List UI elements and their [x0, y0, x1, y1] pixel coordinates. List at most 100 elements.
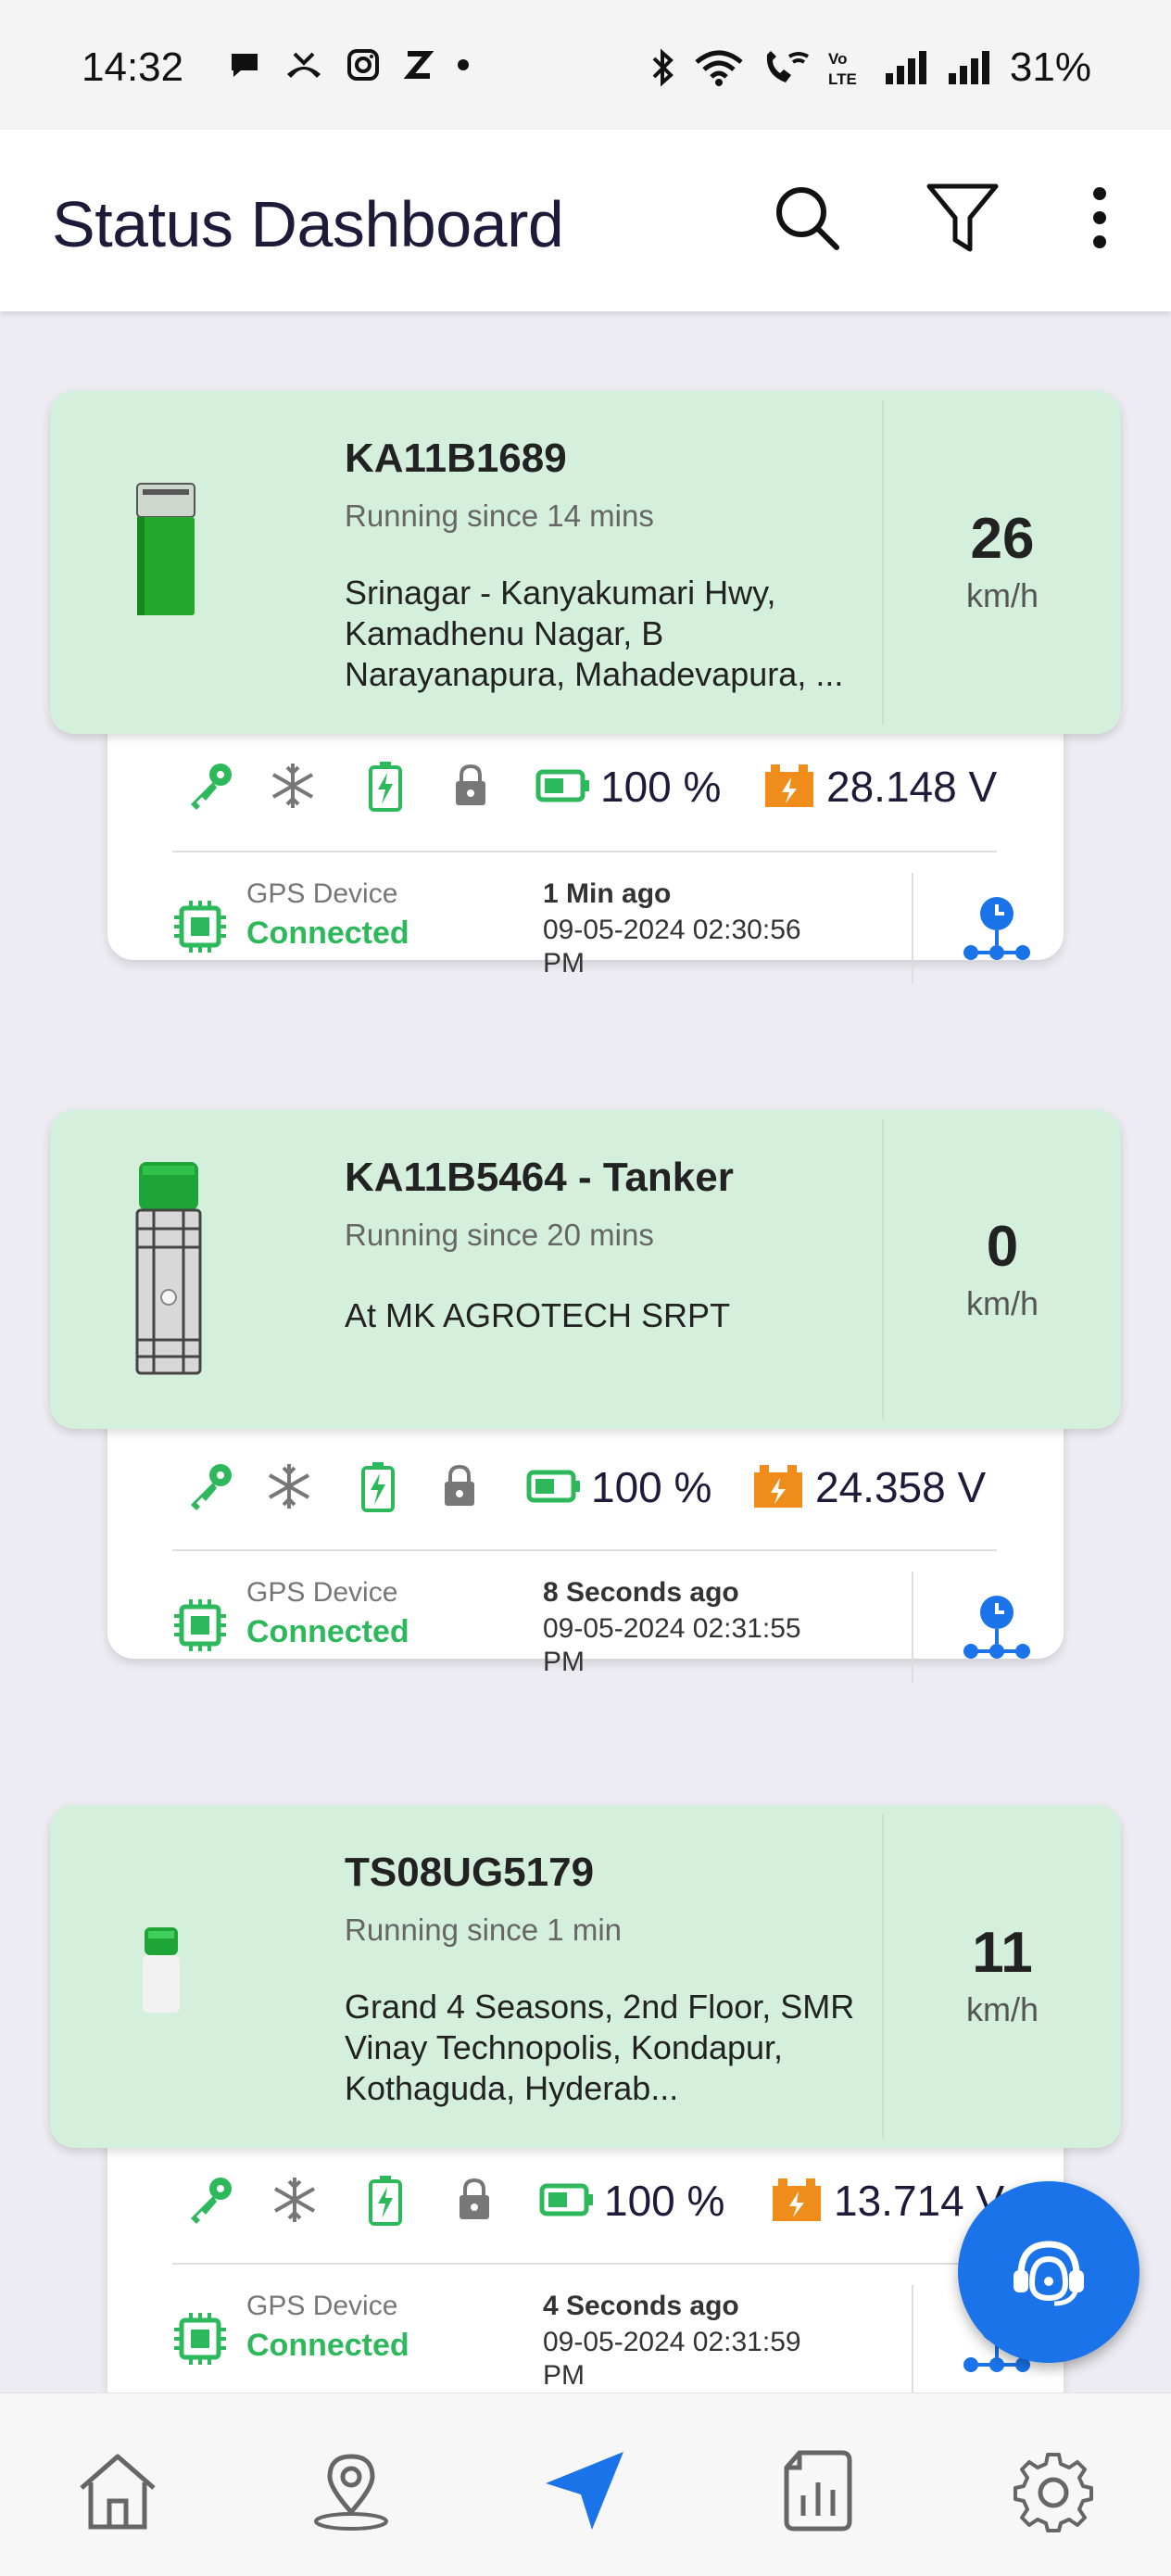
nav-status-dashboard[interactable] — [534, 2440, 636, 2542]
battery-level: 100 % — [591, 1463, 712, 1511]
gps-chip-icon — [172, 2311, 228, 2367]
vehicle-sensors-row: 100 % 24.358 V — [107, 1449, 1064, 1523]
battery-level: 100 % — [600, 763, 722, 811]
vehicle-address: At MK AGROTECH SRPT — [345, 1296, 731, 1334]
dot-icon — [458, 59, 469, 70]
filter-icon — [926, 183, 999, 252]
divider — [912, 2285, 913, 2393]
vehicle-name: KA11B5464 - Tanker — [345, 1155, 734, 1200]
speed-unit: km/h — [965, 1990, 1039, 2028]
location-pin-icon — [314, 2454, 388, 2531]
ac-snowflake-icon — [261, 1458, 317, 1514]
vehicle-address: Grand 4 Seasons, 2nd Floor, SMR Vinay Te… — [345, 1988, 855, 2107]
svg-text:Vo: Vo — [828, 50, 847, 68]
vehicle-address: Srinagar - Kanyakumari Hwy, Kamadhenu Na… — [345, 574, 844, 693]
gps-status: Connected — [246, 915, 409, 951]
vehicle-name: KA11B1689 — [345, 436, 567, 481]
system-icons: Vo LTE 31% — [648, 44, 1091, 91]
gps-device-label: GPS Device — [246, 878, 398, 909]
vehicle-list[interactable]: 100 % 28.148 V GPS Device Connected 1 Mi… — [0, 311, 1171, 2393]
vehicle-sensors-row: 100 % 28.148 V — [107, 749, 1064, 823]
nav-home[interactable] — [67, 2440, 169, 2542]
voltage-icon — [762, 758, 817, 814]
ignition-key-icon — [182, 2172, 237, 2228]
device-battery-icon — [535, 758, 591, 814]
vehicle-card-header[interactable]: KA11B5464 - Tanker Running since 20 mins… — [50, 1110, 1121, 1429]
history-timeline-icon — [963, 1596, 1030, 1659]
divider — [912, 873, 913, 984]
bluetooth-icon — [652, 48, 674, 87]
vehicle-battery-charge-icon — [350, 1458, 406, 1514]
voltage-value: 24.358 V — [815, 1463, 987, 1511]
speed-unit: km/h — [965, 576, 1039, 614]
home-icon — [80, 2454, 156, 2530]
vehicle-card-header[interactable]: TS08UG5179 Running since 1 min Grand 4 S… — [50, 1805, 1121, 2148]
vehicle-running-status: Running since 14 mins — [345, 499, 654, 533]
z-icon — [403, 51, 434, 79]
last-update: 4 Seconds ago — [543, 2291, 739, 2321]
last-update: 1 Min ago — [543, 878, 672, 909]
vehicle-battery-charge-icon — [358, 2172, 413, 2228]
ac-snowflake-icon — [265, 758, 321, 814]
device-battery-icon — [526, 1458, 582, 1514]
divider — [172, 851, 997, 852]
signal-icon — [948, 51, 989, 84]
chat-icon — [232, 54, 258, 77]
last-update-timestamp: 09-05-2024 02:31:55 PM — [543, 1613, 801, 1677]
history-timeline-button[interactable] — [960, 893, 1034, 967]
wifi-call-icon — [766, 51, 809, 82]
history-timeline-button[interactable] — [960, 1592, 1034, 1666]
instagram-icon — [347, 49, 379, 81]
bottom-navigation — [0, 2393, 1171, 2576]
gps-device-label: GPS Device — [246, 2291, 398, 2321]
gps-status: Connected — [246, 1614, 409, 1649]
vehicle-card[interactable]: 100 % 13.714 V GPS Device Connected 4 Se… — [50, 1805, 1121, 2393]
search-icon — [776, 187, 839, 250]
vehicle-running-status: Running since 20 mins — [345, 1218, 654, 1252]
vehicle-card[interactable]: 100 % 24.358 V GPS Device Connected 8 Se… — [50, 1110, 1121, 1722]
wifi-icon — [695, 50, 743, 86]
speed-unit: km/h — [965, 1284, 1039, 1322]
nav-reports[interactable] — [767, 2440, 869, 2542]
voltage-icon — [750, 1458, 806, 1514]
divider — [172, 2263, 997, 2265]
battery-percent: 31% — [1009, 44, 1091, 90]
search-button[interactable] — [765, 176, 849, 259]
gps-chip-icon — [172, 1597, 228, 1653]
last-update-timestamp: 09-05-2024 02:30:56 PM — [543, 915, 801, 979]
support-fab-button[interactable] — [958, 2181, 1140, 2363]
vehicle-sensors-row: 100 % 13.714 V — [107, 2163, 1064, 2237]
speed-value: 0 — [986, 1215, 1019, 1279]
ac-snowflake-icon — [267, 2172, 322, 2228]
gps-chip-icon — [172, 899, 228, 954]
app-bar: Status Dashboard — [0, 130, 1171, 311]
vehicle-card-header[interactable]: KA11B1689 Running since 14 mins Srinagar… — [50, 391, 1121, 734]
battery-level: 100 % — [604, 2177, 725, 2225]
gps-device-label: GPS Device — [246, 1577, 398, 1608]
nav-settings[interactable] — [1002, 2440, 1104, 2542]
more-options-button[interactable] — [1058, 176, 1141, 259]
divider — [172, 1549, 997, 1551]
navigation-arrow-icon — [546, 2452, 623, 2530]
page-title: Status Dashboard — [52, 188, 564, 260]
nav-location[interactable] — [300, 2440, 402, 2542]
svg-text:LTE: LTE — [828, 70, 857, 88]
signal-icon — [885, 51, 926, 84]
vehicle-battery-charge-icon — [358, 758, 413, 814]
vehicle-running-status: Running since 1 min — [345, 1913, 622, 1947]
more-vert-icon — [1093, 187, 1106, 248]
tanker-icon — [133, 1158, 204, 1382]
history-timeline-icon — [963, 897, 1030, 960]
device-battery-icon — [539, 2172, 595, 2228]
speed-value: 11 — [972, 1921, 1033, 1985]
divider — [912, 1572, 913, 1683]
van-icon — [141, 1924, 182, 2021]
ignition-key-icon — [182, 758, 237, 814]
truck-green-icon — [133, 480, 198, 624]
speed-value: 26 — [970, 507, 1035, 571]
volte-icon: Vo LTE — [828, 50, 857, 88]
lock-icon — [447, 2172, 502, 2228]
last-update: 8 Seconds ago — [543, 1577, 739, 1608]
vehicle-card[interactable]: 100 % 28.148 V GPS Device Connected 1 Mi… — [50, 391, 1121, 1021]
filter-button[interactable] — [921, 176, 1004, 259]
